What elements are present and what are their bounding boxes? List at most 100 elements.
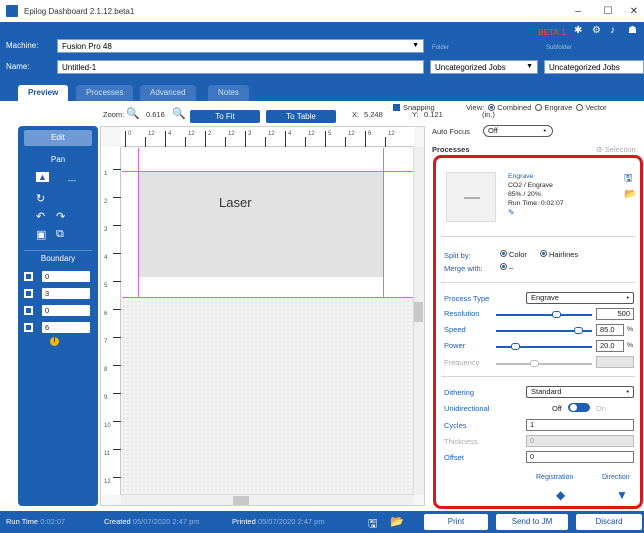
group-icon[interactable]: ▣ <box>36 228 46 241</box>
direction-icon[interactable]: ▼ <box>616 488 628 502</box>
merge-with-option[interactable]: – <box>500 263 513 272</box>
speed-slider-handle[interactable] <box>573 327 583 334</box>
zoom-out-icon[interactable]: 🔍 <box>126 107 140 121</box>
ruler-tick <box>113 253 121 254</box>
machine-select[interactable]: Fusion Pro 48 ▼ <box>57 39 424 53</box>
ruler-label: 6 <box>368 131 372 137</box>
selection-label: ⚙ Selection <box>596 145 636 154</box>
frequency-slider[interactable] <box>496 363 592 365</box>
canvas-area[interactable]: 0 12 4 12 2 12 3 12 4 12 5 12 6 12 1 2 3 4 5 6 7 8 9 10 11 12 La… <box>100 126 425 506</box>
power-input[interactable]: 20.0 <box>596 340 624 352</box>
printed-value: 05/07/2020 2:47 pm <box>257 517 325 526</box>
save-icon[interactable]: 🖫 <box>368 515 377 533</box>
dithering-select[interactable]: Standard • <box>526 386 634 398</box>
power-unit: % <box>627 342 634 349</box>
offset-input[interactable]: 0 <box>526 451 634 463</box>
radio-icon <box>500 263 507 270</box>
to-fit-button[interactable]: To Fit <box>190 110 260 123</box>
folder-icon[interactable]: 📂 <box>624 189 636 200</box>
boundary-bottom-input[interactable]: 6 <box>42 322 90 333</box>
wand-icon[interactable]: ✎ <box>508 208 515 217</box>
job-name-input[interactable]: Untitled-1 <box>57 60 424 74</box>
process-type-select[interactable]: Engrave • <box>526 292 634 304</box>
view-option-vector[interactable]: Vector <box>585 103 606 112</box>
dithering-label: Dithering <box>444 388 475 397</box>
copy-icon[interactable]: ⧉ <box>56 228 64 241</box>
frequency-input[interactable] <box>596 356 634 368</box>
window-title: Epilog Dashboard 2.1.12.beta1 <box>24 6 135 16</box>
scroll-thumb[interactable] <box>233 496 249 505</box>
resolution-input[interactable]: 500 <box>596 308 634 320</box>
unidirectional-toggle[interactable] <box>568 403 590 412</box>
close-button[interactable]: ✕ <box>620 0 644 22</box>
speed-input[interactable]: 85.0 <box>596 324 624 336</box>
boundary-top-input[interactable]: 0 <box>42 271 90 282</box>
save-icon[interactable]: 🖫 <box>624 171 633 188</box>
tab-processes[interactable]: Processes <box>76 85 134 101</box>
job-artwork[interactable] <box>139 172 383 277</box>
folder-open-icon[interactable]: 📂 <box>390 515 404 528</box>
rotate-icon[interactable]: ↻ <box>36 192 45 205</box>
scroll-thumb[interactable] <box>414 302 423 322</box>
settings-icon[interactable]: ✱ <box>574 25 582 36</box>
print-button[interactable]: Print <box>424 514 488 530</box>
thickness-input[interactable]: 0 <box>526 435 634 447</box>
y-value: 0.121 <box>424 110 443 119</box>
radio-icon <box>540 250 547 257</box>
split-by-color-option[interactable]: Color <box>500 250 527 259</box>
redo-icon[interactable]: ↷ <box>56 210 65 223</box>
ruler-tick <box>305 137 306 147</box>
to-table-button[interactable]: To Table <box>266 110 336 123</box>
vertical-scrollbar[interactable] <box>413 147 424 495</box>
cycles-input[interactable]: 1 <box>526 419 634 431</box>
tab-advanced[interactable]: Advanced <box>140 85 196 101</box>
zoom-label: Zoom: <box>103 110 125 119</box>
process-thumbnail[interactable] <box>446 172 496 222</box>
radio-icon[interactable] <box>576 104 584 111</box>
ruler-label: 12 <box>228 131 235 137</box>
subfolder-select[interactable]: Uncategorized Jobs <box>544 60 644 74</box>
frequency-slider-handle[interactable] <box>530 360 540 367</box>
power-slider-handle[interactable] <box>511 343 521 350</box>
zoom-in-icon[interactable]: 🔍 <box>172 107 186 121</box>
tab-notes[interactable]: Notes <box>208 85 249 101</box>
ruler-label: 2 <box>104 199 108 205</box>
view-option-combined[interactable]: Combined <box>497 103 531 112</box>
view-option-engrave[interactable]: Engrave <box>544 103 572 112</box>
thickness-label: Thickness <box>444 437 478 446</box>
undo-icon[interactable]: ↶ <box>36 210 45 223</box>
ruler-tick <box>113 309 121 310</box>
minimize-button[interactable]: – <box>564 0 592 22</box>
pin-icon[interactable]: ♪ <box>610 25 615 36</box>
registration-icon[interactable]: ◆ <box>556 488 565 502</box>
direction-label: Direction <box>602 474 630 481</box>
name-label: Name: <box>6 62 30 71</box>
ruler-tick <box>365 131 366 147</box>
divider <box>24 250 92 251</box>
ruler-label: 12 <box>348 131 355 137</box>
tab-strip: Preview Processes Advanced Notes <box>0 77 644 101</box>
send-to-jm-button[interactable]: Send to JM <box>496 514 568 530</box>
user-icon[interactable]: ☗ <box>628 25 637 36</box>
gear-icon[interactable]: ⚙ <box>592 25 601 36</box>
warning-icon[interactable]: ! <box>50 337 59 346</box>
horizontal-scrollbar[interactable] <box>121 494 414 505</box>
chevron-down-icon: • <box>543 126 546 135</box>
boundary-right-input[interactable]: 0 <box>42 305 90 316</box>
autofocus-select[interactable]: Off • <box>483 125 553 137</box>
boundary-left-input[interactable]: 3 <box>42 288 90 299</box>
discard-button[interactable]: Discard <box>576 514 642 530</box>
pan-label[interactable]: Pan <box>18 155 98 164</box>
status-bar: Run Time 0:02:07 Created 05/07/2020 2:47… <box>0 511 644 533</box>
tab-preview[interactable]: Preview <box>18 85 69 101</box>
edit-button[interactable]: Edit <box>24 130 92 146</box>
maximize-button[interactable]: ☐ <box>594 0 622 22</box>
x-label: X: <box>352 110 360 119</box>
resolution-slider-handle[interactable] <box>551 311 561 318</box>
offset-label: Offset <box>444 453 464 462</box>
resolution-slider[interactable] <box>496 314 592 316</box>
folder-select[interactable]: Uncategorized Jobs ▼ <box>430 60 538 74</box>
split-by-hairlines-option[interactable]: Hairlines <box>540 250 578 259</box>
header: Machine: Fusion Pro 48 ▼ Name: Untitled-… <box>0 22 644 77</box>
radio-icon[interactable] <box>535 104 543 111</box>
